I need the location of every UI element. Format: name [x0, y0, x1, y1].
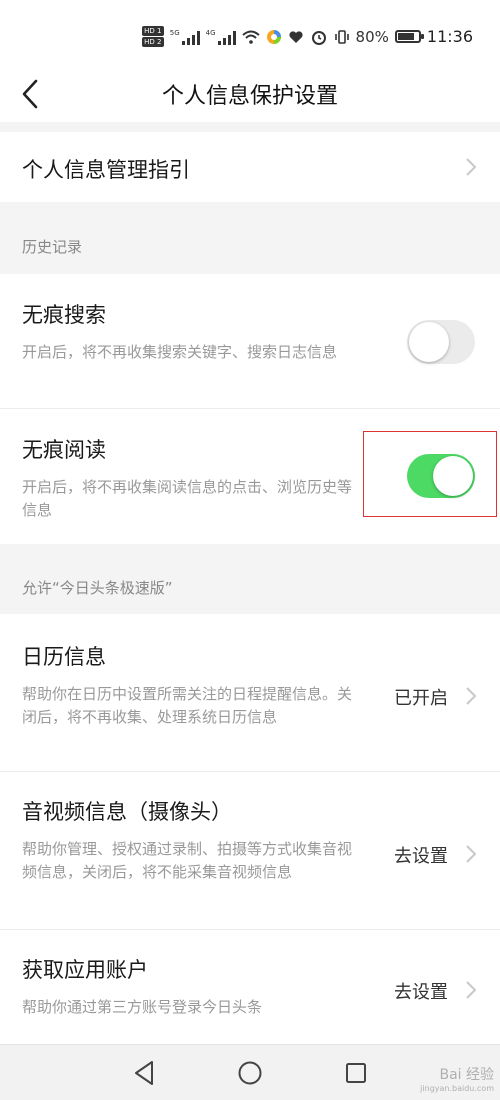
watermark-sub: jingyan.baidu.com: [420, 1084, 494, 1093]
incognito-reading-title: 无痕阅读: [22, 438, 106, 462]
alarm-icon: [311, 30, 326, 45]
hd2-badge: HD 2: [141, 37, 164, 47]
chevron-right-icon: [466, 687, 477, 705]
list-item-camera[interactable]: 音视频信息（摄像头） 帮助你管理、授权通过录制、拍摄等方式收集音视频信息，关闭后…: [0, 772, 500, 930]
nav-bar: 个人信息保护设置: [0, 66, 500, 122]
chevron-right-icon: [466, 845, 477, 863]
list-item-app-account[interactable]: 获取应用账户 帮助你通过第三方账号登录今日头条 去设置: [0, 930, 500, 1046]
app-account-desc: 帮助你通过第三方账号登录今日头条: [22, 998, 263, 1016]
history-section-label: 历史记录: [22, 238, 83, 256]
signal-4g-icon: 4G: [206, 29, 236, 45]
chevron-right-icon: [466, 158, 477, 176]
chevron-right-icon: [466, 981, 477, 999]
vibrate-icon: [334, 29, 349, 44]
incognito-search-toggle[interactable]: [407, 320, 475, 364]
net1-label: 5G: [169, 28, 180, 37]
camera-desc: 帮助你管理、授权通过录制、拍摄等方式收集音视频信息，关闭后，将不能采集音视频信息: [22, 840, 353, 881]
battery-percent: 80%: [355, 27, 389, 46]
app-account-action: 去设置: [394, 982, 448, 1003]
app-account-title: 获取应用账户: [22, 958, 148, 982]
permissions-section-label: 允许“今日头条极速版”: [22, 579, 173, 597]
hd1-badge: HD 1: [141, 26, 164, 36]
net2-label: 4G: [205, 28, 216, 37]
camera-action: 去设置: [394, 846, 448, 867]
calendar-status: 已开启: [394, 688, 448, 709]
guide-card: 个人信息管理指引: [0, 132, 500, 202]
incognito-search-desc: 开启后，将不再收集搜索关键字、搜索日志信息: [22, 343, 338, 361]
list-item-incognito-reading: 无痕阅读 开启后，将不再收集阅读信息的点击、浏览历史等信息: [0, 409, 500, 544]
wifi-icon: [241, 30, 260, 44]
calendar-title: 日历信息: [22, 645, 106, 669]
status-icons: HD 1 HD 2 5G 4G 80% 11:36: [141, 26, 473, 47]
toggle-knob: [433, 456, 473, 496]
app-color-icon: [266, 29, 281, 44]
square-recents-icon: [346, 1063, 366, 1083]
system-nav-bar: Bai 经验 jingyan.baidu.com: [0, 1044, 500, 1100]
circle-home-icon: [238, 1061, 262, 1085]
incognito-reading-toggle[interactable]: [407, 454, 475, 498]
nav-recents-button[interactable]: [342, 1059, 370, 1087]
history-card: 无痕搜索 开启后，将不再收集搜索关键字、搜索日志信息 无痕阅读 开启后，将不再收…: [0, 274, 500, 544]
guide-row[interactable]: 个人信息管理指引: [0, 132, 500, 202]
incognito-search-title: 无痕搜索: [22, 303, 106, 327]
signal-5g-icon: 5G: [170, 29, 200, 45]
page-title: 个人信息保护设置: [161, 84, 338, 109]
toggle-knob: [409, 322, 449, 362]
permissions-card: 日历信息 帮助你在日历中设置所需关注的日程提醒信息。关闭后，将不再收集、处理系统…: [0, 614, 500, 1046]
heart-icon: [288, 30, 303, 43]
nav-back-button[interactable]: [130, 1059, 158, 1087]
clock: 11:36: [426, 27, 473, 46]
battery-icon: [394, 30, 424, 43]
watermark: Bai 经验 jingyan.baidu.com: [420, 1068, 494, 1096]
nav-home-button[interactable]: [236, 1059, 264, 1087]
calendar-desc: 帮助你在日历中设置所需关注的日程提醒信息。关闭后，将不再收集、处理系统日历信息: [22, 685, 353, 726]
camera-title: 音视频信息（摄像头）: [22, 800, 232, 824]
list-item-incognito-search: 无痕搜索 开启后，将不再收集搜索关键字、搜索日志信息: [0, 274, 500, 409]
status-bar: HD 1 HD 2 5G 4G 80% 11:36: [0, 0, 500, 66]
battery-fill: [397, 33, 414, 40]
incognito-reading-desc: 开启后，将不再收集阅读信息的点击、浏览历史等信息: [22, 478, 353, 519]
list-item-calendar[interactable]: 日历信息 帮助你在日历中设置所需关注的日程提醒信息。关闭后，将不再收集、处理系统…: [0, 614, 500, 772]
guide-title: 个人信息管理指引: [22, 158, 190, 182]
triangle-back-icon: [135, 1061, 153, 1085]
watermark-text: Bai 经验: [439, 1067, 494, 1083]
hd-indicator: HD 1 HD 2: [141, 26, 164, 47]
